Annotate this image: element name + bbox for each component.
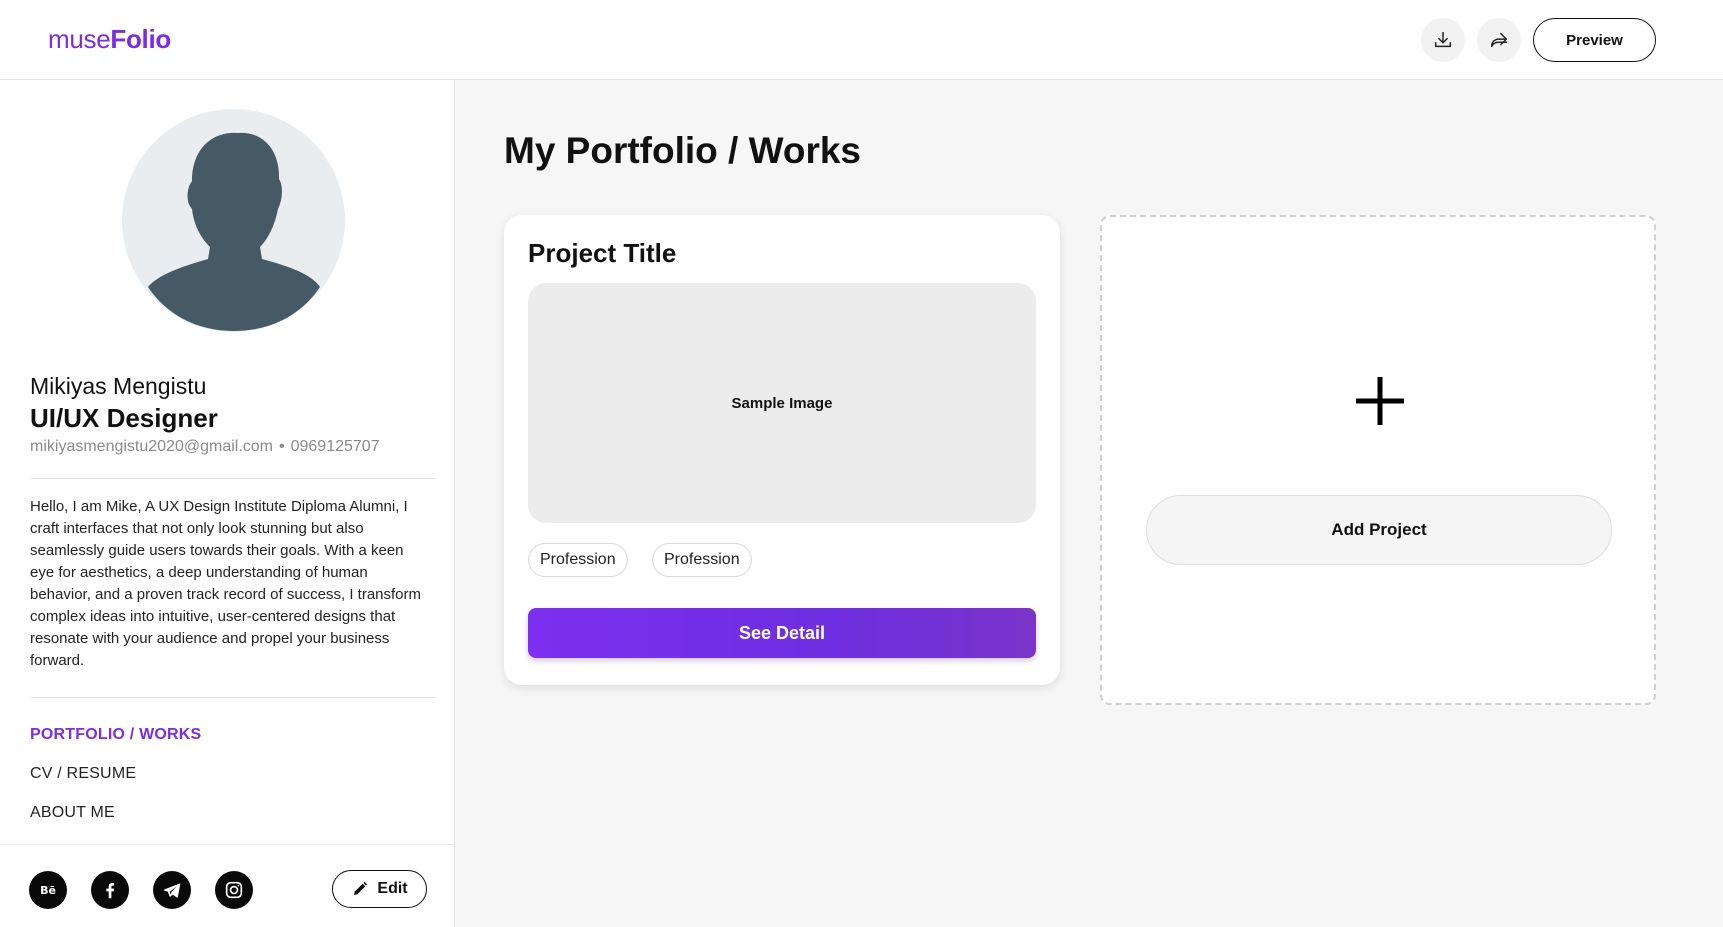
project-image-placeholder: Sample Image [528, 283, 1036, 523]
add-project-button[interactable]: Add Project [1146, 495, 1612, 565]
page-title: My Portfolio / Works [504, 130, 862, 171]
behance-link[interactable]: Bē [29, 871, 67, 909]
facebook-icon [106, 883, 115, 899]
divider [30, 478, 437, 479]
profile-name: Mikiyas Mengistu [30, 373, 207, 399]
edit-profile-button[interactable]: Edit [332, 870, 427, 908]
share-button[interactable] [1477, 18, 1521, 62]
nav-portfolio-works[interactable]: PORTFOLIO / WORKS [30, 726, 201, 744]
add-project-card[interactable]: Add Project [1100, 215, 1656, 705]
profile-sidebar: Mikiyas Mengistu UI/UX Designer mikiyasm… [0, 80, 455, 927]
preview-button[interactable]: Preview [1533, 18, 1656, 62]
facebook-link[interactable] [91, 871, 129, 909]
share-icon [1490, 32, 1508, 48]
divider [30, 697, 437, 698]
profile-role: UI/UX Designer [30, 403, 218, 433]
download-icon [1434, 31, 1452, 48]
nav-cv-resume[interactable]: CV / RESUME [30, 765, 136, 783]
download-button[interactable] [1421, 18, 1465, 62]
avatar[interactable] [122, 109, 345, 332]
email-text[interactable]: mikiyasmengistu2020@gmail.com [30, 438, 273, 455]
project-card[interactable]: Project Title Sample Image Profession Pr… [504, 215, 1060, 685]
plus-icon[interactable] [1354, 375, 1406, 427]
edit-label: Edit [377, 880, 408, 897]
user-silhouette-icon [148, 132, 320, 331]
behance-icon: Bē [40, 884, 56, 897]
footer-divider [0, 844, 455, 845]
bio-text: Hello, I am Mike, A UX Design Institute … [30, 498, 422, 669]
instagram-link[interactable] [215, 871, 253, 909]
nav-about-me[interactable]: ABOUT ME [30, 804, 115, 822]
image-label: Sample Image [731, 394, 833, 412]
app-logo[interactable]: museFolio [48, 24, 171, 55]
profession-tag: Profession [528, 543, 628, 577]
profession-tag: Profession [652, 543, 752, 577]
phone-text[interactable]: 0969125707 [291, 438, 380, 455]
pencil-icon [354, 881, 368, 895]
separator-dot: • [279, 438, 285, 455]
project-title: Project Title [528, 238, 677, 268]
contact-info: mikiyasmengistu2020@gmail.com • 0969125707 [30, 438, 380, 456]
svg-text:Bē: Bē [40, 884, 56, 897]
top-header: museFolio Preview [0, 0, 1723, 80]
instagram-icon [225, 881, 243, 899]
see-detail-button[interactable]: See Detail [528, 608, 1036, 658]
telegram-icon [163, 883, 181, 898]
telegram-link[interactable] [153, 871, 191, 909]
